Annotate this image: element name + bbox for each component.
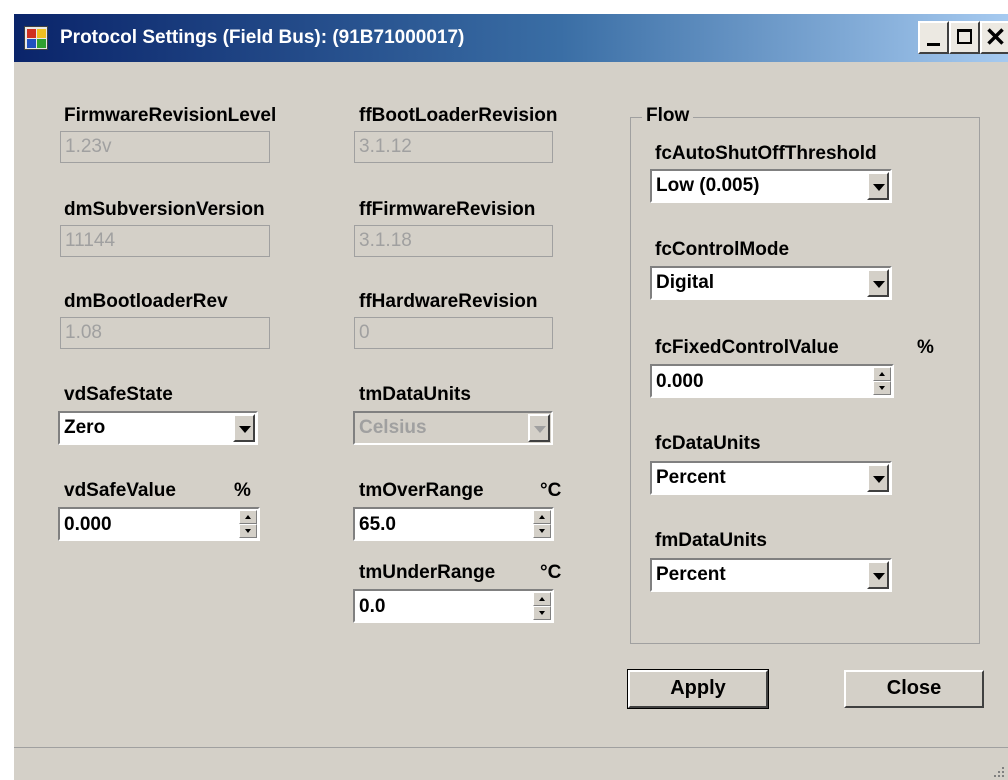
fc-control-mode-value: Digital [656, 272, 715, 293]
maximize-icon [957, 29, 972, 44]
fc-fixed-control-value-label: fcFixedControlValue [655, 337, 839, 358]
close-icon: ✕ [984, 22, 1007, 52]
ff-hardware-revision-field: 0 [354, 317, 553, 349]
chevron-down-icon [873, 476, 885, 483]
fm-data-units-dropdown[interactable]: Percent [650, 558, 892, 592]
fm-data-units-value: Percent [656, 564, 726, 585]
status-bar [14, 747, 1008, 780]
tm-under-range-stepper[interactable]: 0.0 [353, 589, 554, 623]
tm-data-units-dropdown: Celsius [353, 411, 553, 445]
tm-over-range-label: tmOverRange [359, 480, 484, 501]
dropdown-button[interactable] [867, 561, 889, 589]
tm-data-units-label: tmDataUnits [359, 384, 471, 405]
vd-safe-state-dropdown[interactable]: Zero [58, 411, 258, 445]
tm-over-range-input[interactable]: 65.0 [359, 513, 396, 537]
fc-data-units-label: fcDataUnits [655, 433, 761, 454]
vd-safe-value-label: vdSafeValue [64, 480, 176, 501]
fc-data-units-dropdown[interactable]: Percent [650, 461, 892, 495]
close-button[interactable]: Close [844, 670, 984, 708]
arrow-up-icon [539, 515, 545, 519]
decrement-button[interactable] [533, 524, 551, 538]
ff-firmware-revision-label: ffFirmwareRevision [359, 199, 536, 220]
dropdown-button [528, 414, 550, 442]
dm-bootloader-rev-label: dmBootloaderRev [64, 291, 228, 312]
fc-control-mode-label: fcControlMode [655, 239, 790, 260]
decrement-button[interactable] [873, 381, 891, 395]
flow-group-title: Flow [642, 105, 694, 127]
fc-auto-shut-off-threshold-value: Low (0.005) [656, 175, 760, 196]
tm-over-range-stepper[interactable]: 65.0 [353, 507, 554, 541]
arrow-down-icon [539, 611, 545, 615]
vd-safe-state-value: Zero [64, 417, 106, 438]
vd-safe-value-unit: % [234, 480, 251, 501]
dm-subversion-version-label: dmSubversionVersion [64, 199, 265, 220]
fc-auto-shut-off-threshold-label: fcAutoShutOffThreshold [655, 143, 877, 164]
increment-button[interactable] [873, 367, 891, 381]
fm-data-units-label: fmDataUnits [655, 530, 767, 551]
tm-under-range-label: tmUnderRange [359, 562, 496, 583]
chevron-down-icon [873, 184, 885, 191]
arrow-up-icon [879, 372, 885, 376]
increment-button[interactable] [239, 510, 257, 524]
chevron-down-icon [873, 281, 885, 288]
app-settings-icon [24, 26, 48, 50]
tm-under-range-unit: °C [540, 562, 562, 583]
protocol-settings-window: Protocol Settings (Field Bus): (91B71000… [14, 14, 1008, 780]
increment-button[interactable] [533, 510, 551, 524]
vd-safe-value-stepper[interactable]: 0.000 [58, 507, 260, 541]
tm-under-range-input[interactable]: 0.0 [359, 595, 385, 619]
vd-safe-value-input[interactable]: 0.000 [64, 513, 112, 537]
dropdown-button[interactable] [867, 172, 889, 200]
firmware-revision-level-field: 1.23v [60, 131, 270, 163]
arrow-down-icon [245, 529, 251, 533]
chevron-down-icon [239, 426, 251, 433]
increment-button[interactable] [533, 592, 551, 606]
apply-button[interactable]: Apply [627, 669, 769, 709]
arrow-up-icon [245, 515, 251, 519]
fc-data-units-value: Percent [656, 467, 726, 488]
fc-control-mode-dropdown[interactable]: Digital [650, 266, 892, 300]
dropdown-button[interactable] [233, 414, 255, 442]
fc-fixed-control-value-input[interactable]: 0.000 [656, 370, 704, 394]
tm-over-range-unit: °C [540, 480, 562, 501]
dm-subversion-version-field: 11144 [60, 225, 270, 257]
firmware-revision-level-label: FirmwareRevisionLevel [64, 105, 277, 126]
chevron-down-icon [873, 573, 885, 580]
ff-firmware-revision-field: 3.1.18 [354, 225, 553, 257]
vd-safe-state-label: vdSafeState [64, 384, 173, 405]
close-window-button[interactable]: ✕ [980, 21, 1008, 54]
fc-fixed-control-value-stepper[interactable]: 0.000 [650, 364, 894, 398]
decrement-button[interactable] [239, 524, 257, 538]
minimize-button[interactable] [918, 21, 949, 54]
ff-boot-loader-revision-label: ffBootLoaderRevision [359, 105, 558, 126]
ff-boot-loader-revision-field: 3.1.12 [354, 131, 553, 163]
tm-data-units-value: Celsius [359, 417, 427, 438]
arrow-up-icon [539, 597, 545, 601]
window-title: Protocol Settings (Field Bus): (91B71000… [60, 27, 465, 48]
resize-grip-icon[interactable] [992, 765, 1004, 777]
title-bar[interactable]: Protocol Settings (Field Bus): (91B71000… [14, 14, 1008, 62]
maximize-button[interactable] [949, 21, 980, 54]
fc-fixed-control-value-unit: % [917, 337, 934, 358]
arrow-down-icon [879, 386, 885, 390]
dropdown-button[interactable] [867, 269, 889, 297]
chevron-down-icon [534, 426, 546, 433]
minimize-icon [927, 43, 940, 46]
decrement-button[interactable] [533, 606, 551, 620]
fc-auto-shut-off-threshold-dropdown[interactable]: Low (0.005) [650, 169, 892, 203]
ff-hardware-revision-label: ffHardwareRevision [359, 291, 538, 312]
dropdown-button[interactable] [867, 464, 889, 492]
dm-bootloader-rev-field: 1.08 [60, 317, 270, 349]
arrow-down-icon [539, 529, 545, 533]
